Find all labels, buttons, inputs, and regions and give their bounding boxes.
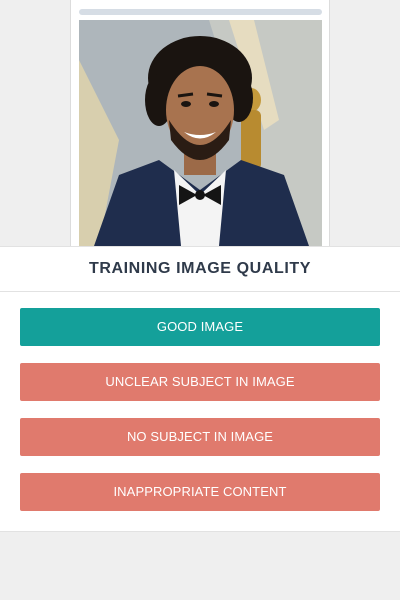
progress-bar [79, 9, 322, 15]
panel-title: TRAINING IMAGE QUALITY [0, 247, 400, 292]
image-card [70, 0, 330, 246]
unclear-subject-button[interactable]: UNCLEAR SUBJECT IN IMAGE [20, 363, 380, 401]
good-image-button[interactable]: GOOD IMAGE [20, 308, 380, 346]
quality-panel: TRAINING IMAGE QUALITY GOOD IMAGE UNCLEA… [0, 246, 400, 532]
no-subject-button[interactable]: NO SUBJECT IN IMAGE [20, 418, 380, 456]
training-image [79, 20, 322, 246]
inappropriate-content-button[interactable]: INAPPROPRIATE CONTENT [20, 473, 380, 511]
